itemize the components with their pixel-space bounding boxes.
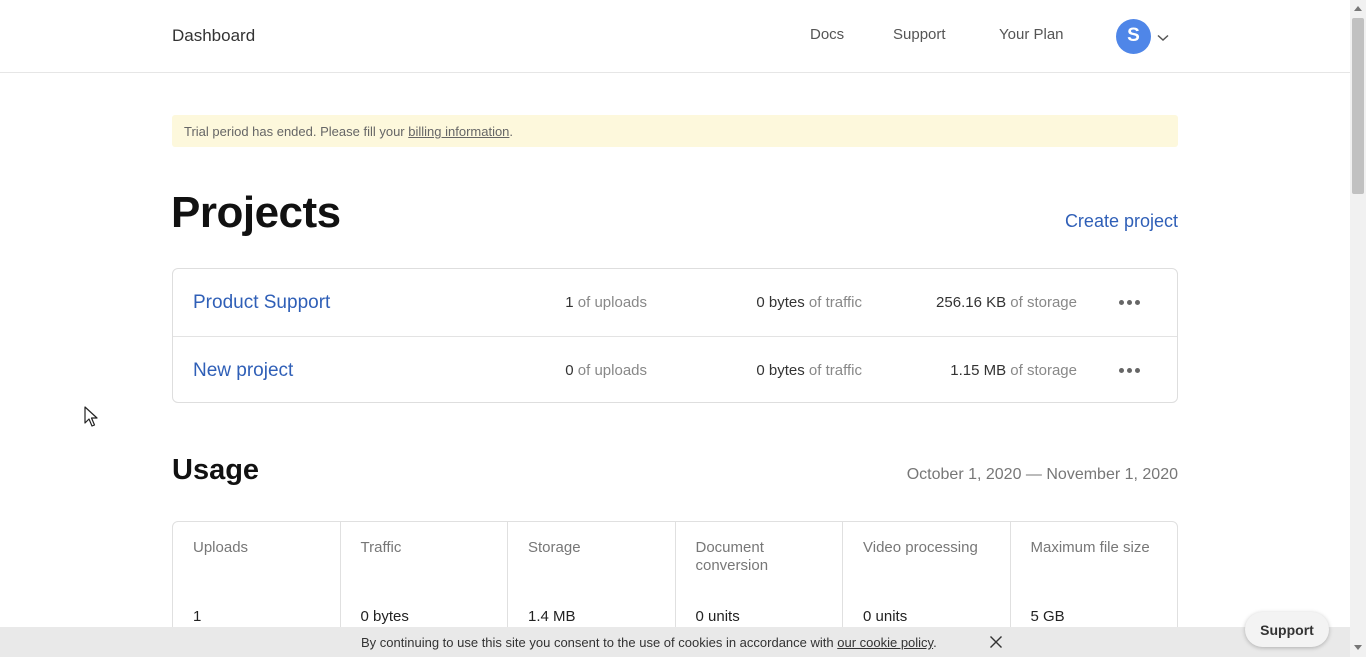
storage-value: 256.16 KB <box>936 294 1007 311</box>
usage-value: 0 units <box>863 608 908 625</box>
usage-value: 0 units <box>695 608 740 625</box>
traffic-suffix: of traffic <box>804 362 862 379</box>
usage-label: Storage <box>528 539 581 556</box>
banner-text: Trial period has ended. Please fill your <box>184 124 409 139</box>
top-header: Dashboard Docs Support Your Plan S <box>0 0 1350 73</box>
scroll-down-arrow-icon[interactable] <box>1354 645 1362 650</box>
project-row: Product Support 1 of uploads 0 bytes of … <box>173 269 1177 336</box>
vertical-scrollbar[interactable] <box>1350 0 1366 657</box>
project-uploads: 1 of uploads <box>565 294 647 311</box>
avatar[interactable]: S <box>1116 18 1151 54</box>
project-traffic: 0 bytes of traffic <box>756 362 862 379</box>
page: Dashboard Docs Support Your Plan S Trial… <box>0 0 1350 657</box>
uploads-value: 1 <box>565 294 574 311</box>
project-uploads: 0 of uploads <box>565 362 647 379</box>
projects-list: Product Support 1 of uploads 0 bytes of … <box>172 268 1178 403</box>
storage-value: 1.15 MB <box>950 362 1007 379</box>
brand-link[interactable]: Dashboard <box>172 26 255 46</box>
nav-docs[interactable]: Docs <box>810 26 844 43</box>
usage-value: 5 GB <box>1030 608 1065 625</box>
nav-support[interactable]: Support <box>893 26 946 43</box>
cookie-text: By continuing to use this site you conse… <box>361 635 937 650</box>
mouse-cursor-icon <box>84 406 98 427</box>
usage-label: Traffic <box>360 539 402 556</box>
usage-value: 1.4 MB <box>528 608 576 625</box>
usage-title: Usage <box>172 454 260 486</box>
cookie-message: By continuing to use this site you conse… <box>361 635 838 650</box>
traffic-value: 0 bytes <box>756 362 805 379</box>
usage-label: Maximum file size <box>1030 539 1150 556</box>
user-menu[interactable]: S <box>1116 18 1169 54</box>
nav-your-plan[interactable]: Your Plan <box>999 26 1064 43</box>
uploads-suffix: of uploads <box>573 362 647 379</box>
more-options-icon[interactable] <box>1118 297 1142 307</box>
cookie-policy-link[interactable]: our cookie policy <box>837 635 933 650</box>
usage-label: Video processing <box>863 539 978 556</box>
create-project-link[interactable]: Create project <box>1065 211 1178 232</box>
support-chat-button[interactable]: Support <box>1245 612 1329 647</box>
storage-suffix: of storage <box>1006 362 1077 379</box>
usage-label: Document conversion <box>695 539 769 574</box>
project-storage: 1.15 MB of storage <box>950 362 1077 379</box>
trial-banner: Trial period has ended. Please fill your… <box>172 115 1178 147</box>
uploads-value: 0 <box>565 362 574 379</box>
usage-value: 1 <box>193 608 202 625</box>
cookie-end: . <box>933 635 937 650</box>
billing-information-link[interactable]: billing information <box>408 124 509 139</box>
project-traffic: 0 bytes of traffic <box>756 294 862 311</box>
cookie-bar: By continuing to use this site you conse… <box>0 627 1350 657</box>
banner-text-end: . <box>509 124 514 139</box>
usage-period: October 1, 2020 — November 1, 2020 <box>906 466 1178 483</box>
usage-value: 0 bytes <box>360 608 409 625</box>
project-name-link[interactable]: New project <box>193 360 293 382</box>
traffic-suffix: of traffic <box>804 294 862 311</box>
close-icon[interactable] <box>989 635 1003 649</box>
more-options-icon[interactable] <box>1118 365 1142 375</box>
uploads-suffix: of uploads <box>573 294 647 311</box>
storage-suffix: of storage <box>1006 294 1077 311</box>
usage-label: Uploads <box>193 539 249 556</box>
chevron-down-icon[interactable] <box>1157 34 1169 42</box>
scrollbar-thumb[interactable] <box>1352 18 1364 194</box>
traffic-value: 0 bytes <box>756 294 805 311</box>
project-storage: 256.16 KB of storage <box>936 294 1077 311</box>
scroll-up-arrow-icon[interactable] <box>1354 6 1362 11</box>
project-name-link[interactable]: Product Support <box>193 292 330 314</box>
projects-title: Projects <box>171 188 341 237</box>
project-row: New project 0 of uploads 0 bytes of traf… <box>173 336 1177 402</box>
